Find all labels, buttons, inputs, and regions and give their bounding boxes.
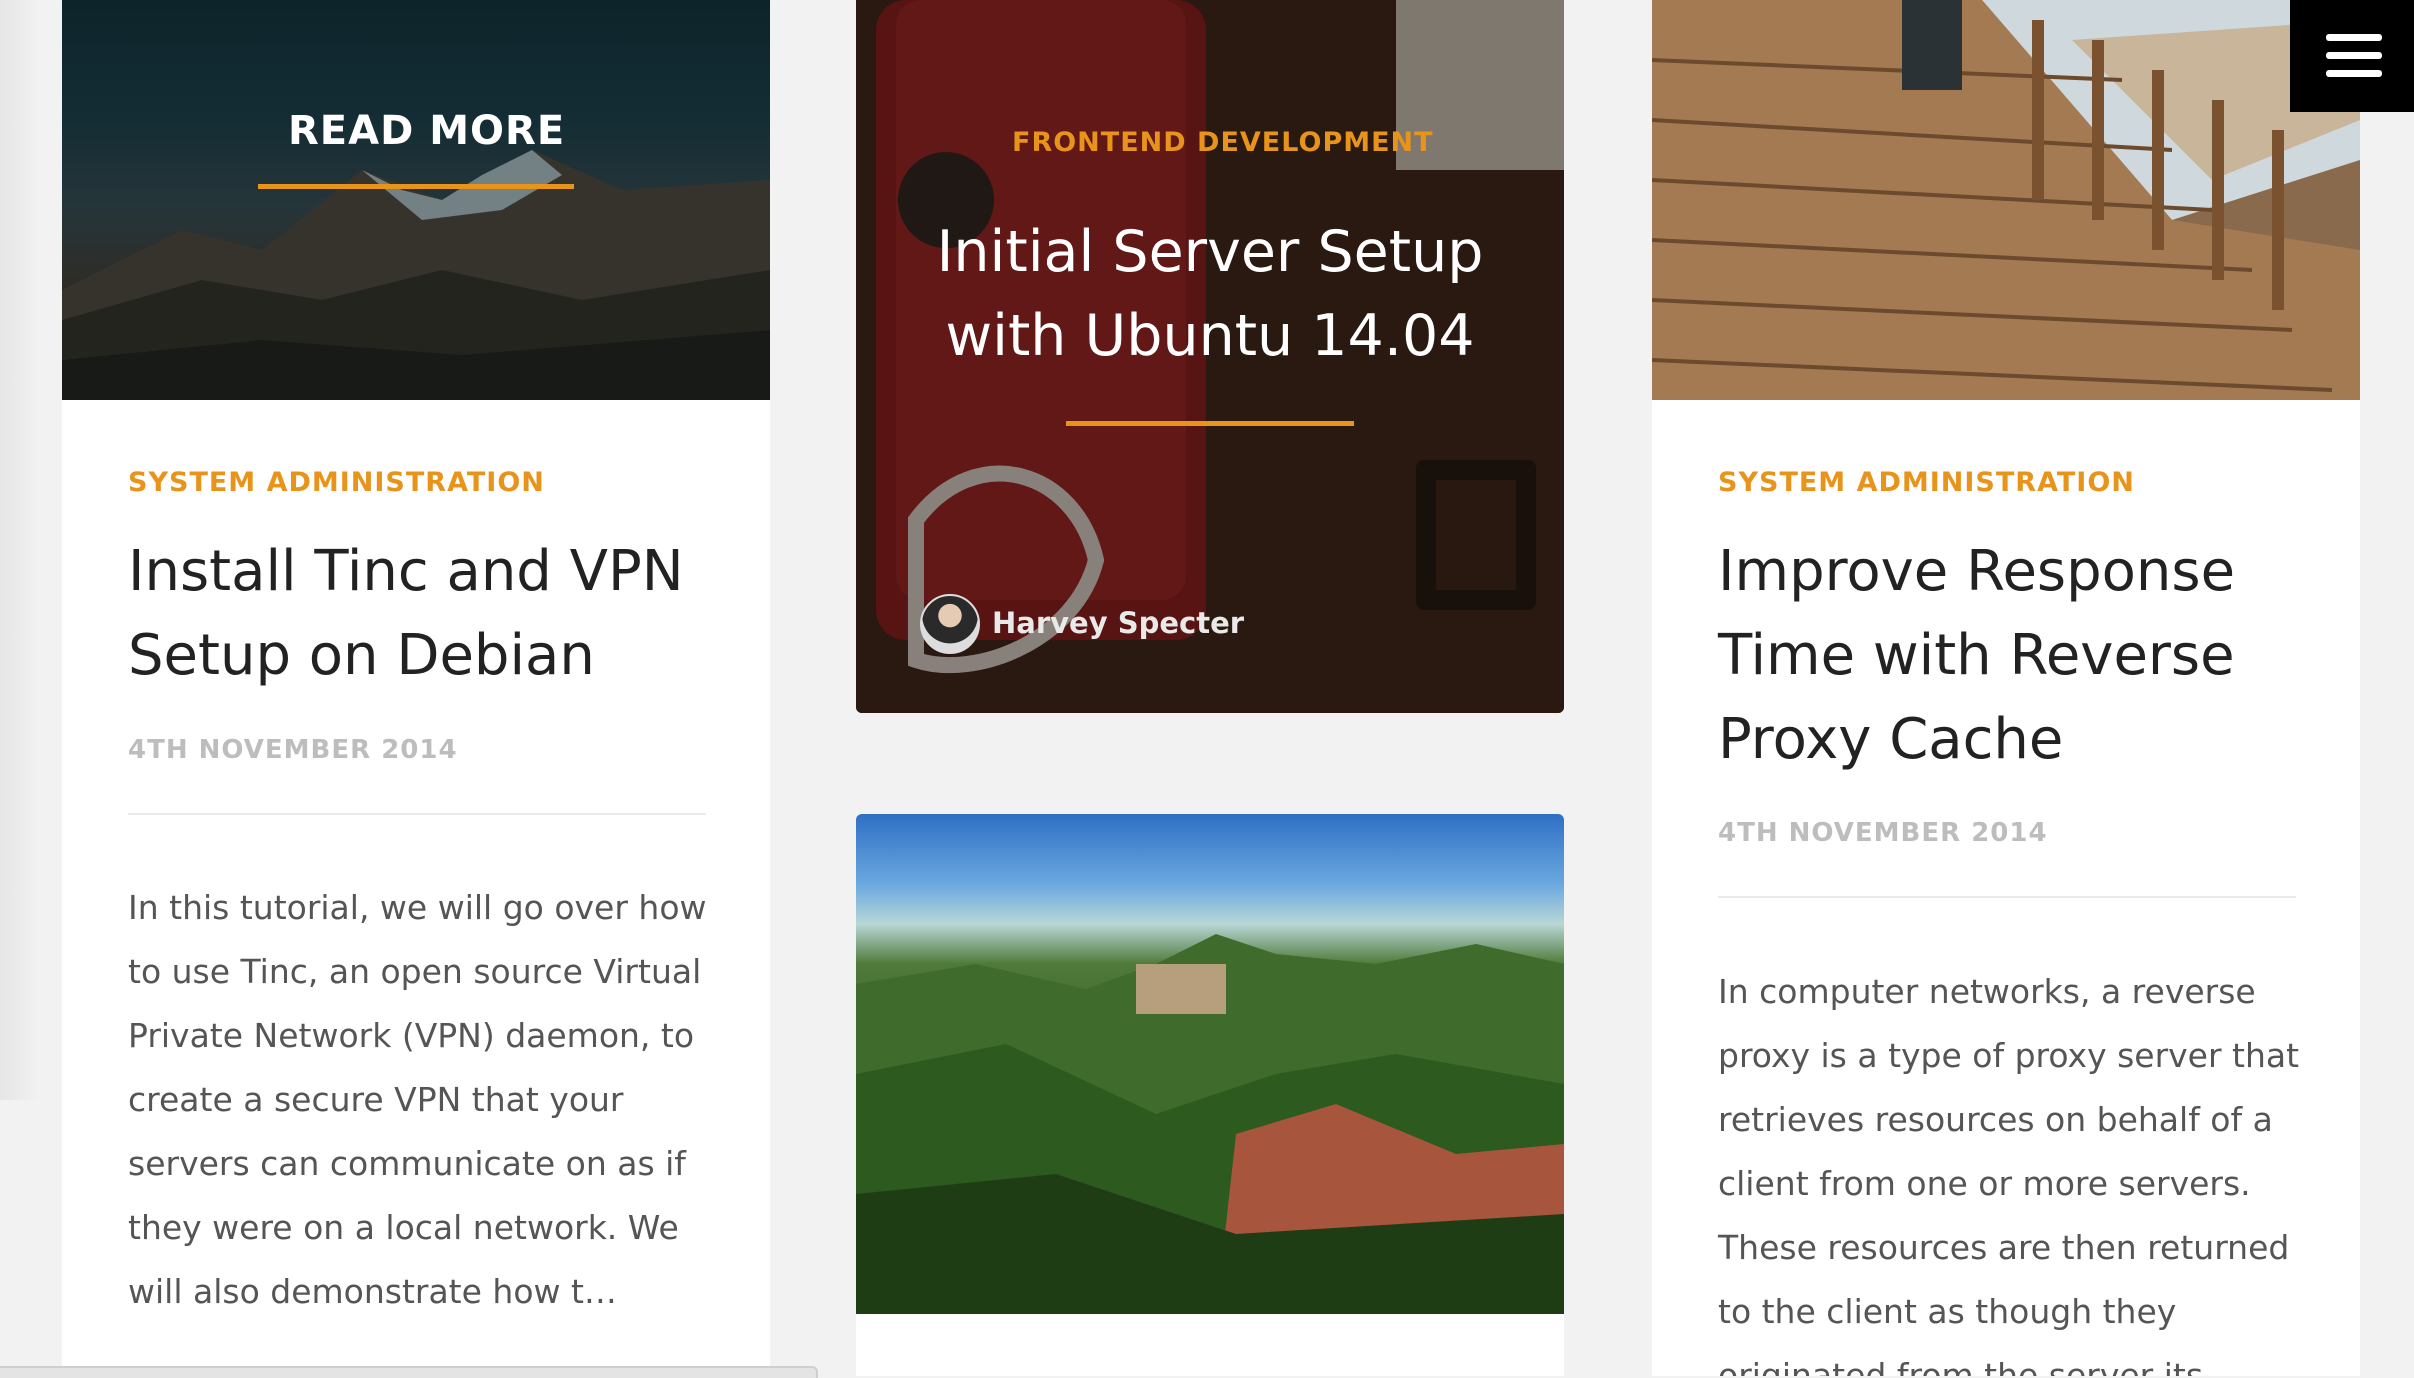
post-card-tinc-vpn[interactable]: READ MORE SYSTEM ADMINISTRATION Install … bbox=[62, 0, 770, 1376]
post-divider bbox=[128, 813, 706, 815]
post-excerpt: In this tutorial, we will go over how to… bbox=[128, 888, 707, 1311]
menu-button[interactable] bbox=[2290, 0, 2414, 112]
post-date: 4TH NOVEMBER 2014 bbox=[1718, 818, 2048, 848]
post-thumbnail-mountains[interactable]: READ MORE bbox=[62, 0, 770, 400]
post-divider bbox=[1718, 896, 2296, 898]
village-illustration bbox=[856, 934, 1564, 1314]
post-category[interactable]: SYSTEM ADMINISTRATION bbox=[1718, 467, 2135, 498]
post-date: 4TH NOVEMBER 2014 bbox=[128, 735, 458, 765]
post-excerpt: In computer networks, a reverse proxy is… bbox=[1718, 972, 2300, 1376]
read-more-link[interactable]: READ MORE bbox=[288, 108, 565, 154]
thumbnail-hover-overlay bbox=[62, 0, 770, 400]
page-edge-shadow bbox=[0, 0, 40, 1100]
boardwalk-illustration bbox=[1652, 0, 2360, 400]
featured-title[interactable]: Initial Server Setup with Ubuntu 14.04 bbox=[910, 210, 1510, 378]
post-title[interactable]: Improve Response Time with Reverse Proxy… bbox=[1718, 530, 2318, 782]
post-card-reverse-proxy[interactable]: SYSTEM ADMINISTRATION Improve Response T… bbox=[1652, 0, 2360, 1376]
post-thumbnail-village[interactable] bbox=[856, 814, 1564, 1314]
featured-category[interactable]: FRONTEND DEVELOPMENT bbox=[1012, 127, 1434, 158]
horizontal-scrollbar[interactable] bbox=[0, 1366, 818, 1378]
author-avatar[interactable] bbox=[920, 594, 980, 654]
featured-post-card[interactable]: FRONTEND DEVELOPMENT Initial Server Setu… bbox=[856, 0, 1564, 713]
post-title[interactable]: Install Tinc and VPN Setup on Debian bbox=[128, 530, 728, 698]
read-more-underline bbox=[258, 184, 574, 189]
post-card-village-body[interactable] bbox=[856, 1314, 1564, 1376]
post-category[interactable]: SYSTEM ADMINISTRATION bbox=[128, 467, 545, 498]
featured-underline bbox=[1066, 421, 1354, 426]
post-thumbnail-boardwalk[interactable] bbox=[1652, 0, 2360, 400]
author-name[interactable]: Harvey Specter bbox=[992, 606, 1244, 640]
